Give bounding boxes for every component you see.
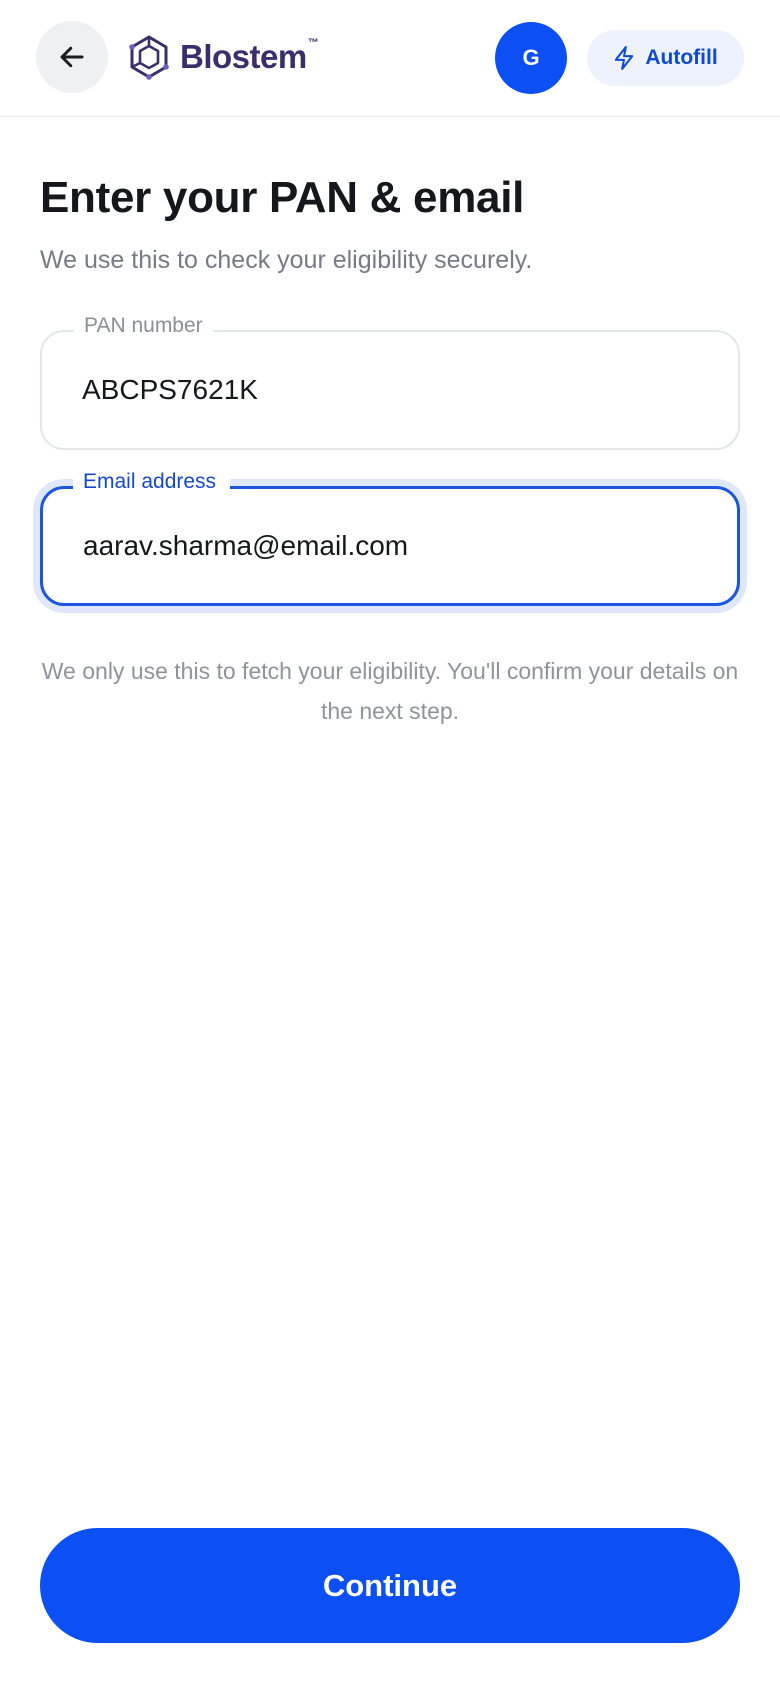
pan-field-label: PAN number (74, 314, 213, 338)
top-bar: Blostem ™ G Autofill (0, 0, 780, 117)
back-button[interactable] (36, 21, 108, 93)
brand-logo: Blostem ™ (128, 33, 319, 81)
page-title: Enter your PAN & email (40, 173, 525, 222)
pan-input[interactable] (82, 374, 702, 406)
autofill-label: Autofill (645, 46, 718, 69)
page: Blostem ™ G Autofill Enter your PAN & em… (0, 0, 780, 1688)
avatar[interactable]: G (495, 22, 567, 94)
autofill-button[interactable]: Autofill (587, 30, 744, 86)
email-input[interactable] (83, 530, 703, 562)
trademark-symbol: ™ (307, 37, 319, 49)
email-field[interactable]: Email address (40, 470, 740, 606)
lightning-bolt-icon (615, 45, 634, 71)
brand-name: Blostem (180, 38, 307, 75)
page-subtitle: We use this to check your eligibility se… (40, 246, 533, 274)
eligibility-note: We only use this to fetch your eligibili… (41, 658, 739, 724)
pan-field[interactable]: PAN number (40, 314, 740, 450)
continue-button[interactable]: Continue (40, 1528, 740, 1643)
arrow-left-icon (60, 46, 84, 68)
email-field-label: Email address (73, 470, 231, 494)
blostem-logo-icon (129, 35, 169, 80)
